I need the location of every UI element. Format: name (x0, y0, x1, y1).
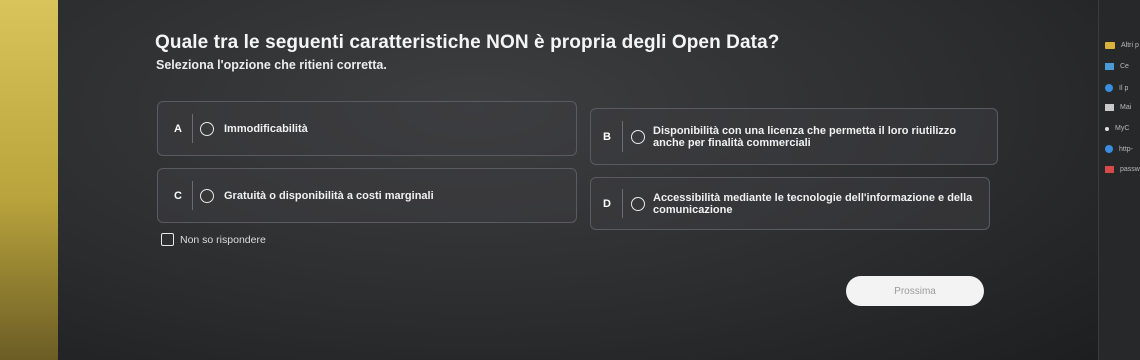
option-label: Immodificabilità (224, 122, 308, 135)
option-divider (192, 180, 193, 211)
option-label: Gratuità o disponibilità a costi margina… (224, 189, 434, 202)
bookmark-item[interactable]: Ce (1105, 63, 1129, 70)
bookmark-label: Ce (1120, 63, 1129, 70)
dont-know-label: Non so rispondere (180, 233, 266, 246)
circle-icon (1105, 84, 1113, 92)
bookmark-label: passw (1120, 166, 1140, 173)
option-d[interactable]: D Accessibilità mediante le tecnologie d… (590, 177, 990, 230)
option-a[interactable]: A Immodificabilità (157, 101, 577, 156)
option-divider (192, 113, 193, 144)
folder-icon (1105, 42, 1115, 49)
dont-know-checkbox-row[interactable]: Non so rispondere (161, 233, 266, 246)
bookmark-label: Altri p (1121, 42, 1139, 49)
bookmark-label: http- (1119, 145, 1134, 153)
option-letter: A (174, 122, 182, 135)
option-divider (622, 189, 623, 218)
question-title: Quale tra le seguenti caratteristiche NO… (155, 32, 780, 53)
bookmark-item[interactable]: Il p (1105, 84, 1128, 92)
dot-icon (1105, 126, 1109, 131)
option-letter: D (603, 197, 611, 210)
radio-button[interactable] (631, 196, 645, 211)
next-button[interactable]: Prossima (846, 276, 984, 306)
option-letter: B (603, 130, 611, 143)
option-letter: C (174, 189, 182, 202)
radio-button[interactable] (631, 129, 645, 144)
background-wall (0, 0, 58, 360)
option-divider (622, 121, 623, 152)
bookmark-item[interactable]: Mai (1105, 104, 1131, 111)
bookmark-icon (1105, 166, 1114, 173)
bookmark-icon (1105, 63, 1114, 70)
circle-icon (1105, 145, 1113, 153)
bookmark-label: Mai (1120, 104, 1132, 111)
checkbox[interactable] (161, 233, 174, 246)
option-b[interactable]: B Disponibilità con una licenza che perm… (590, 108, 998, 165)
radio-button[interactable] (200, 121, 214, 136)
option-label: Accessibilità mediante le tecnologie del… (653, 191, 973, 216)
option-label: Disponibilità con una licenza che permet… (653, 124, 957, 149)
option-c[interactable]: C Gratuità o disponibilità a costi margi… (157, 168, 577, 223)
bookmark-item[interactable]: http- (1105, 145, 1133, 153)
bookmark-item[interactable]: MyC (1105, 125, 1129, 132)
bookmark-icon (1105, 104, 1114, 111)
bookmark-item[interactable]: passw (1105, 166, 1140, 173)
bookmark-item[interactable]: Altri p (1105, 42, 1139, 49)
instruction-text: Seleziona l'opzione che ritieni corretta… (156, 58, 387, 72)
bookmark-label: Il p (1119, 84, 1129, 92)
bookmark-label: MyC (1115, 125, 1130, 132)
bookmarks-panel: Altri p Ce Il p Mai MyC http- passw (1098, 0, 1140, 360)
radio-button[interactable] (200, 188, 214, 203)
